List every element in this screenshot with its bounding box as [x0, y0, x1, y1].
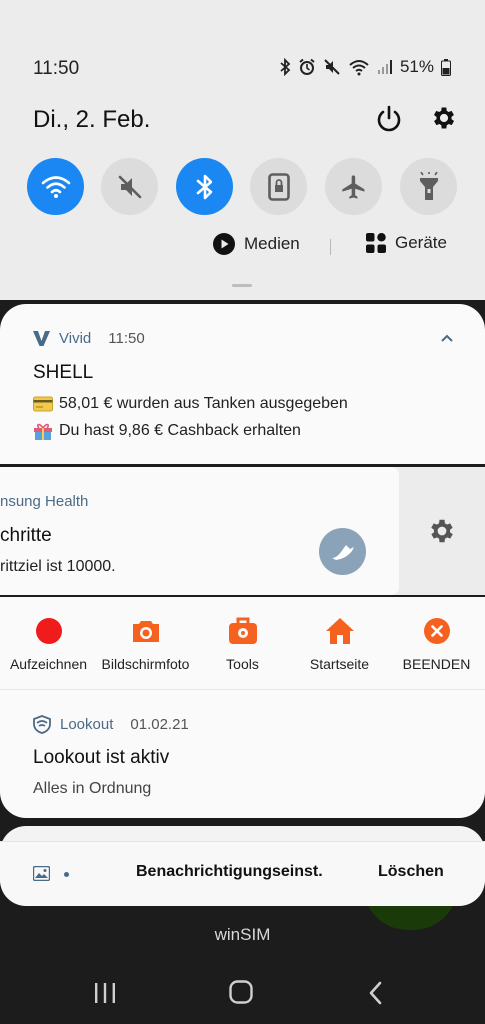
toggle-wifi[interactable]: [27, 158, 84, 215]
devices-grid-icon: [366, 233, 386, 253]
carrier-label: winSIM: [214, 925, 271, 944]
notification-footer: Benachrichtigungseinst. Löschen: [0, 842, 485, 906]
notification-text: 58,01 € wurden aus Tanken ausgegeben: [59, 395, 348, 412]
battery-icon: [441, 58, 451, 76]
notification-line: Du hast 9,86 € Cashback erhalten: [33, 422, 301, 440]
app-name: Lookout: [60, 716, 114, 733]
screen-recorder-notification: Aufzeichnen Bildschirmfoto Tools Startse…: [0, 597, 485, 689]
home-button[interactable]: Startseite: [291, 597, 388, 672]
settings-gear-icon[interactable]: [430, 104, 458, 132]
navigation-bar: [0, 960, 485, 1024]
record-icon: [35, 618, 62, 644]
signal-icon: [377, 60, 392, 74]
bluetooth-icon: [280, 58, 291, 76]
notification-title: Lookout ist aktiv: [33, 747, 170, 768]
vivid-logo-icon: [33, 331, 50, 346]
lookout-header: Lookout 01.02.21: [33, 715, 189, 734]
chevron-up-icon[interactable]: [440, 333, 454, 343]
gift-icon: [34, 423, 52, 440]
media-devices-row: Medien Geräte: [0, 233, 485, 263]
screenshot-button[interactable]: Bildschirmfoto: [97, 597, 194, 672]
toggle-sound[interactable]: [101, 158, 158, 215]
shoe-icon: [331, 544, 354, 560]
notification-title: SHELL: [33, 362, 94, 383]
notification-text: Du hast 9,86 € Cashback erhalten: [59, 422, 301, 439]
toolbox-icon: [228, 617, 257, 644]
clear-button[interactable]: Löschen: [378, 863, 444, 881]
app-name: Vivid: [59, 330, 92, 347]
toggle-screen-lock[interactable]: [250, 158, 307, 215]
toggle-flashlight[interactable]: [400, 158, 457, 215]
image-icon: [33, 866, 50, 881]
flashlight-icon: [419, 171, 438, 200]
notification-title: chritte: [0, 525, 52, 546]
wifi-icon: [349, 59, 369, 75]
back-icon[interactable]: [368, 981, 384, 1005]
power-icon[interactable]: [374, 104, 404, 134]
status-icons: 51%: [279, 57, 451, 77]
health-header: nsung Health: [0, 493, 88, 510]
status-time: 11:50: [33, 58, 80, 79]
more-dot: [64, 872, 69, 877]
toggle-bluetooth[interactable]: [176, 158, 233, 215]
play-icon: [213, 233, 235, 255]
date-label: Di., 2. Feb.: [33, 106, 151, 133]
record-button[interactable]: Aufzeichnen: [0, 597, 97, 672]
recent-apps-icon[interactable]: [93, 982, 117, 1004]
toggle-airplane[interactable]: [325, 158, 382, 215]
divider: [330, 239, 331, 255]
notification-settings-button[interactable]: Benachrichtigungseinst.: [136, 863, 323, 881]
battery-percent: 51%: [399, 57, 434, 76]
alarm-icon: [299, 58, 315, 75]
close-icon: [423, 618, 450, 644]
notification-time: 11:50: [108, 330, 145, 347]
app-name: nsung Health: [0, 493, 89, 510]
notification-line: 58,01 € wurden aus Tanken ausgegeben: [33, 395, 348, 413]
quick-toggles: [27, 158, 457, 216]
shoe-avatar: [319, 528, 366, 575]
tools-button[interactable]: Tools: [194, 597, 291, 672]
notification-text: rittziel ist 10000.: [0, 558, 116, 575]
wifi-icon: [41, 175, 70, 198]
stop-button[interactable]: BEENDEN: [388, 597, 485, 672]
media-label: Medien: [244, 234, 300, 253]
drag-handle[interactable]: [232, 284, 252, 287]
notification-vivid[interactable]: [0, 304, 485, 464]
lookout-shield-icon: [33, 715, 51, 734]
notification-date: 01.02.21: [130, 716, 189, 733]
mute-icon: [118, 175, 141, 198]
lock-icon: [267, 172, 290, 201]
vivid-header: Vivid 11:50: [33, 330, 145, 347]
airplane-icon: [341, 174, 364, 199]
credit-card-icon: [33, 396, 53, 412]
action-label: Startseite: [309, 656, 370, 672]
action-label: Aufzeichnen: [9, 656, 88, 672]
bluetooth-icon: [196, 174, 212, 199]
home-icon: [325, 618, 354, 644]
camera-icon: [132, 621, 159, 642]
action-label: Tools: [226, 656, 259, 672]
notification-text: Alles in Ordnung: [33, 780, 152, 797]
devices-button[interactable]: Geräte: [366, 233, 447, 253]
mute-icon: [324, 59, 340, 75]
devices-label: Geräte: [395, 233, 447, 252]
action-label: Bildschirmfoto: [101, 656, 190, 672]
media-button[interactable]: Medien: [213, 233, 300, 255]
home-nav-icon[interactable]: [229, 980, 253, 1004]
notification-settings-gear-icon[interactable]: [427, 516, 457, 546]
action-label: BEENDEN: [402, 656, 471, 672]
